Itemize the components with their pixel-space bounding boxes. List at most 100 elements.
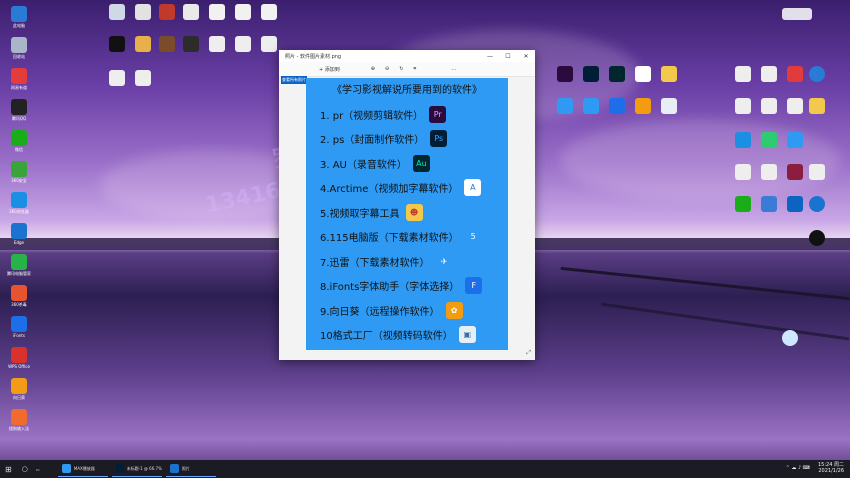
software-item-text: 4.Arctime（视频加字幕软件） [320, 184, 459, 195]
pier [601, 302, 849, 341]
clock-date[interactable]: 2021/1/26 [818, 468, 844, 474]
software-logo-icon: ▣ [458, 326, 476, 343]
taskbar-app-label: 未标题-1 @ 66.7% ... [126, 465, 162, 471]
taskbar-app-button[interactable]: MAX播放器 [57, 462, 108, 477]
app-icon [11, 68, 27, 84]
taskbar-app-label: 照片 [181, 465, 190, 471]
start-button[interactable]: ⊞ [5, 462, 12, 476]
taskbar-app-button[interactable]: 照片 [165, 462, 216, 477]
app-icon [11, 37, 27, 53]
app-icon [11, 254, 27, 270]
desktop-icon[interactable]: 此电脑 [2, 6, 36, 28]
software-list-item: 2. ps（封面制作软件） Ps [320, 129, 448, 149]
app-icon [11, 378, 27, 394]
desktop-icon-label: 回收站 [13, 54, 25, 59]
taskbar-app-label: MAX播放器 [73, 465, 95, 471]
desktop-icon-label: 360安全 [11, 178, 27, 183]
software-list-item: 10格式工厂（视频转码软件） ▣ [320, 325, 476, 345]
system-tray: ⌃ ☁ ♪ ⌨ 15:24 周二 2021/1/26 [786, 462, 844, 474]
desktop-icon-label: 360浏览器 [9, 209, 29, 214]
desktop-icon[interactable]: WPS Office [2, 347, 36, 369]
subtitle-tool-desktop-icon[interactable] [652, 66, 686, 82]
desktop-icon[interactable]: Edge [2, 223, 36, 245]
close-button[interactable]: ✕ [517, 53, 535, 60]
add-to-button[interactable]: + 添加到 [319, 66, 340, 73]
software-item-text: 10格式工厂（视频转码软件） [320, 331, 453, 342]
software-list-item: 4.Arctime（视频加字幕软件） A [320, 178, 482, 198]
software-logo-icon: ✈ [435, 252, 453, 270]
software-list-item: 3. AU（录音软件） Au [320, 153, 430, 173]
taskbar: ⊞ ○ ▭ MAX播放器 未标题-1 @ 66.7% ... 照片 ⌃ ☁ ♪ ⌨ … [0, 460, 850, 478]
desktop-icon[interactable]: 360安全 [2, 161, 36, 183]
desktop-icon-label: 微信 [15, 147, 23, 152]
taskbar-app-button[interactable]: 未标题-1 @ 66.7% ... [111, 462, 162, 477]
software-item-text: 9.向日葵（远程操作软件） [320, 306, 440, 318]
desktop-icon[interactable] [252, 4, 286, 20]
window-title: 照片 - 软件图片素材.png [285, 53, 342, 60]
app-icon [11, 409, 27, 425]
software-logo-icon: ✿ [445, 301, 463, 319]
software-list-item: 1. pr（视频剪辑软件） Pr [320, 104, 447, 124]
software-logo-icon: Pr [429, 105, 447, 123]
format-factory-desktop-icon[interactable] [652, 98, 686, 114]
desktop-icon[interactable]: 搜狗输入法 [2, 409, 36, 431]
desktop-icon[interactable]: 360杀毒 [2, 285, 36, 307]
tray-icons[interactable]: ⌃ ☁ ♪ ⌨ [786, 465, 810, 471]
toolbar: + 添加到 ⊕ ⊖ ↻ ⌗ … [279, 62, 535, 77]
desktop-icon[interactable]: 腾讯电脑管家 [2, 254, 36, 276]
cloud-widget[interactable] [782, 8, 812, 20]
app-icon [11, 316, 27, 332]
desktop-icon[interactable] [778, 132, 812, 148]
desktop-icon[interactable]: 360浏览器 [2, 192, 36, 214]
desktop-icon[interactable]: 回收站 [2, 37, 36, 59]
software-item-text: 7.迅雷（下载素材软件） [320, 257, 430, 269]
software-logo-icon: Ps [430, 130, 448, 147]
zoom-out-icon[interactable]: ⊖ [385, 66, 389, 72]
software-logo-icon: 5 [464, 228, 482, 245]
desktop-icon-label: 向日葵 [13, 395, 25, 400]
desktop-icon[interactable]: iFonts [2, 316, 36, 338]
desktop-icon[interactable]: 腾讯QQ [2, 99, 36, 121]
maximize-button[interactable]: ☐ [499, 53, 517, 60]
more-icon[interactable]: … [451, 66, 456, 72]
zoom-in-icon[interactable]: ⊕ [371, 66, 375, 72]
image-canvas: 《学习影视解说所要用到的软件》 1. pr（视频剪辑软件） Pr 2. ps（封面制… [306, 78, 508, 350]
photos-window[interactable]: 照片 - 软件图片素材.png — ☐ ✕ + 添加到 ⊕ ⊖ ↻ ⌗ … 查看… [279, 50, 535, 360]
software-logo-icon: A [464, 179, 482, 196]
desktop-icon[interactable]: 微信 [2, 130, 36, 152]
desktop-icon-label: Edge [13, 240, 25, 245]
app-icon [11, 161, 27, 177]
desktop-icon[interactable] [126, 70, 160, 86]
software-list-item: 7.迅雷（下载素材软件） ✈ [320, 251, 453, 271]
software-item-text: 2. ps（封面制作软件） [320, 135, 425, 146]
desktop-icon[interactable] [800, 196, 834, 212]
app-icon [115, 464, 124, 473]
desktop-icon[interactable]: 向日葵 [2, 378, 36, 400]
search-icon[interactable]: ○ [22, 462, 28, 476]
desktop-icon[interactable] [800, 66, 834, 82]
software-logo-icon: ☻ [405, 203, 423, 221]
desktop-icon-label: 此电脑 [13, 23, 25, 28]
qq-desktop-icon[interactable] [800, 230, 834, 246]
task-view-icon[interactable]: ▭ [36, 462, 44, 476]
software-logo-icon: Au [412, 154, 430, 172]
title-bar[interactable]: 照片 - 软件图片素材.png — ☐ ✕ [279, 50, 535, 62]
desktop-icon[interactable] [800, 98, 834, 114]
software-item-text: 3. AU（录音软件） [320, 159, 407, 171]
app-icon [11, 130, 27, 146]
desktop-icon-label: 搜狗输入法 [9, 426, 29, 431]
minimize-button[interactable]: — [481, 53, 499, 60]
crop-icon[interactable]: ⌗ [413, 66, 416, 72]
expand-icon[interactable]: ⤢ [526, 349, 531, 357]
see-all-photos-tab[interactable]: 查看所有照片 [281, 76, 307, 84]
software-list-item: 6.115电脑版（下载素材软件） 5 [320, 227, 482, 247]
app-icon [11, 347, 27, 363]
rotate-icon[interactable]: ↻ [399, 66, 403, 72]
taskbar-items: MAX播放器 未标题-1 @ 66.7% ... 照片 [57, 462, 220, 477]
app-icon [11, 99, 27, 115]
assistant-ball-icon[interactable] [782, 330, 798, 346]
desktop-icon[interactable] [800, 164, 834, 180]
pier [560, 266, 850, 301]
desktop-icon[interactable]: 网易有道 [2, 68, 36, 90]
desktop-icon-label: 360杀毒 [11, 302, 27, 307]
